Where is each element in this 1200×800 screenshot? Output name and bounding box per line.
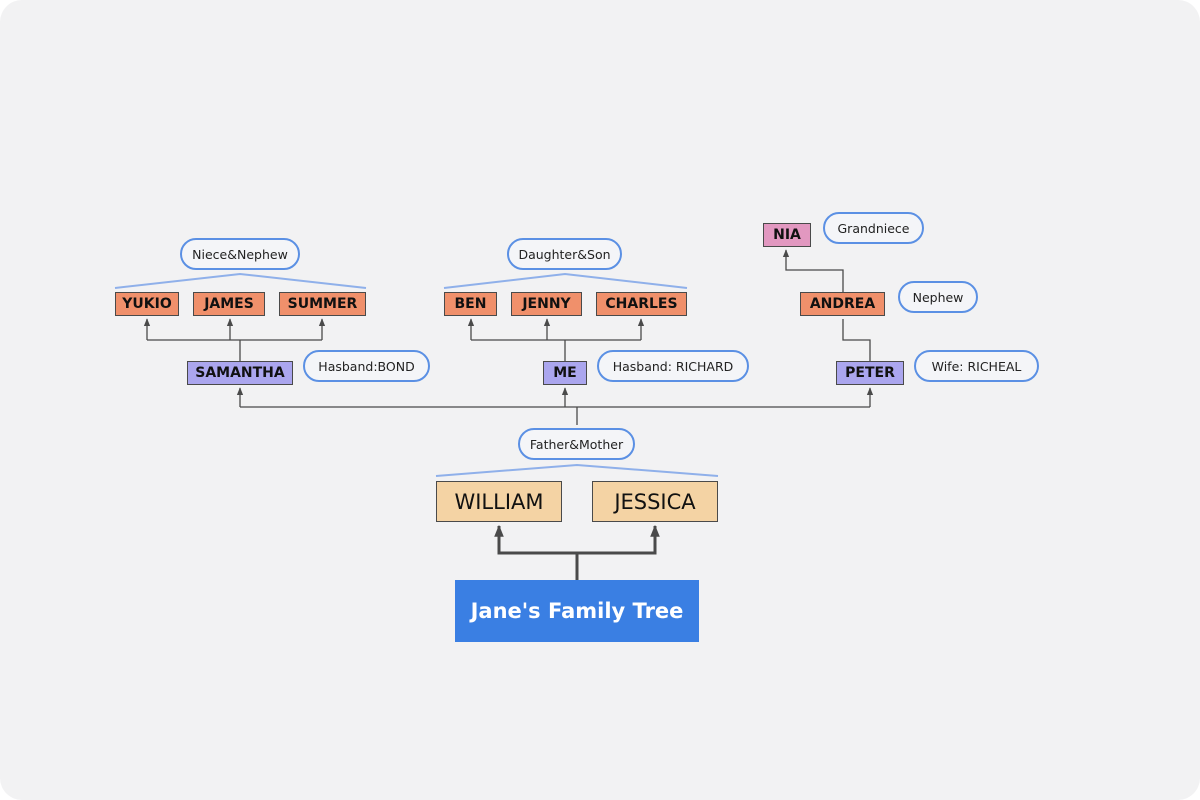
child-node-ben: BEN xyxy=(444,292,497,316)
sibling-node-peter: PETER xyxy=(836,361,904,385)
child-node-yukio: YUKIO xyxy=(115,292,179,316)
relation-label-nia: Grandniece xyxy=(823,212,924,244)
spouse-label-samantha: Hasband:BOND xyxy=(303,350,430,382)
children-label-me: Daughter&Son xyxy=(507,238,622,270)
family-tree-title: Jane's Family Tree xyxy=(455,580,699,642)
children-label-samantha: Niece&Nephew xyxy=(180,238,300,270)
father-node: WILLIAM xyxy=(436,481,562,522)
samantha-to-children-connector xyxy=(143,318,326,361)
relation-label-andrea: Nephew xyxy=(898,281,978,313)
root-to-parents-connector xyxy=(494,524,660,580)
child-node-jenny: JENNY xyxy=(511,292,582,316)
connector-lines xyxy=(114,249,874,580)
child-node-charles: CHARLES xyxy=(596,292,687,316)
child-node-james: JAMES xyxy=(193,292,265,316)
grandniece-node-nia: NIA xyxy=(763,223,811,247)
child-node-summer: SUMMER xyxy=(279,292,366,316)
parents-to-siblings-connector xyxy=(236,387,874,425)
family-tree-canvas: Jane's Family Tree Father&Mother WILLIAM… xyxy=(0,0,1200,800)
spouse-label-peter: Wife: RICHEAL xyxy=(914,350,1039,382)
sibling-node-me: ME xyxy=(543,361,587,385)
mother-node: JESSICA xyxy=(592,481,718,522)
nephew-node-andrea: ANDREA xyxy=(800,292,885,316)
spouse-label-me: Hasband: RICHARD xyxy=(597,350,749,382)
parents-relation-label: Father&Mother xyxy=(518,428,635,460)
sibling-node-samantha: SAMANTHA xyxy=(187,361,293,385)
